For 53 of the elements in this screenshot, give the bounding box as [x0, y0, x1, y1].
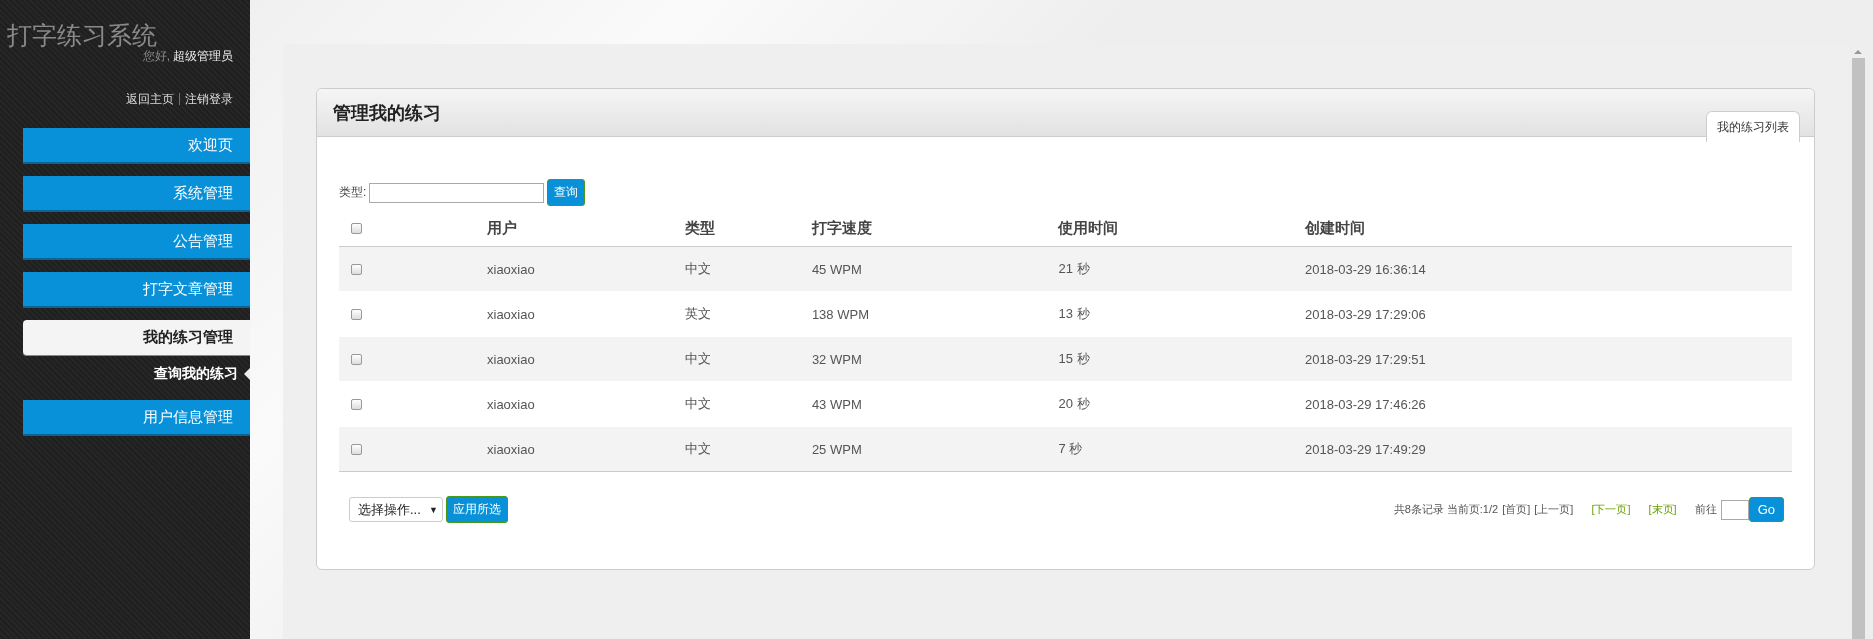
table-cell: xiaoxiao [487, 441, 535, 457]
table-cell: 32 WPM [811, 351, 862, 367]
table-cell: 中文 [684, 396, 711, 411]
table-cell: 7 秒 [1058, 441, 1083, 456]
header-link[interactable]: 注销登录 [185, 91, 233, 108]
tab[interactable]: 我的练习列表 [1706, 111, 1800, 142]
row-checkbox[interactable] [351, 308, 362, 320]
table-cell: 43 WPM [811, 396, 862, 412]
table-cell: 2018-03-29 17:49:29 [1305, 441, 1426, 457]
row-checkbox[interactable] [351, 263, 362, 275]
table-cell: xiaoxiao [487, 261, 535, 277]
column-header[interactable]: 打字速度 [811, 218, 872, 236]
app-title: 打字练习系统 [6, 20, 158, 50]
table-cell: 25 WPM [811, 441, 862, 457]
type-input-field[interactable] [369, 182, 545, 203]
greeting-text: 您好, [142, 48, 170, 65]
table-cell: 英文 [684, 306, 711, 321]
table-cell: 21 秒 [1058, 261, 1090, 276]
action-select[interactable]: 选择操作... ▼ [349, 497, 443, 522]
column-header[interactable]: 用户 [487, 218, 517, 236]
table-cell: xiaoxiao [487, 306, 535, 322]
table-cell: 15 秒 [1058, 351, 1090, 366]
page-summary: 共8条记录 当前页:1/2 [1393, 502, 1499, 517]
select-all-checkbox[interactable] [351, 222, 362, 234]
column-header[interactable]: 类型 [684, 218, 715, 236]
table-cell: 20 秒 [1058, 396, 1090, 411]
page-input-field[interactable] [1720, 499, 1749, 520]
row-checkbox[interactable] [351, 353, 362, 365]
table-cell: xiaoxiao [487, 396, 535, 412]
table-cell: xiaoxiao [487, 351, 535, 367]
user-name: 超级管理员 [173, 48, 233, 65]
table-cell: 13 秒 [1058, 306, 1090, 321]
filter-label: 类型: [339, 184, 367, 201]
menu-item[interactable]: 我的练习管理 [23, 320, 250, 356]
row-checkbox[interactable] [351, 443, 362, 455]
scrollbar[interactable] [1850, 50, 1866, 639]
column-header[interactable]: 使用时间 [1058, 218, 1119, 236]
panel-title: 管理我的练习 [333, 101, 441, 125]
table-cell: 2018-03-29 17:29:51 [1305, 351, 1426, 367]
separator: | [177, 91, 181, 107]
submenu-item[interactable]: 查询我的练习 [154, 365, 238, 383]
table-cell: 2018-03-29 17:29:06 [1305, 306, 1426, 322]
goto-label: 前往 [1694, 502, 1717, 517]
table-cell: 中文 [684, 261, 711, 276]
header-link[interactable]: 返回主页 [125, 91, 174, 108]
table-cell: 2018-03-29 16:36:14 [1305, 261, 1426, 277]
table-cell: 45 WPM [811, 261, 862, 277]
table-cell: 中文 [684, 441, 711, 456]
column-header[interactable]: 创建时间 [1305, 218, 1365, 236]
table-cell: 138 WPM [811, 306, 869, 322]
row-checkbox[interactable] [351, 398, 362, 410]
table-cell: 中文 [684, 351, 711, 366]
table-cell: 2018-03-29 17:46:26 [1305, 396, 1426, 412]
